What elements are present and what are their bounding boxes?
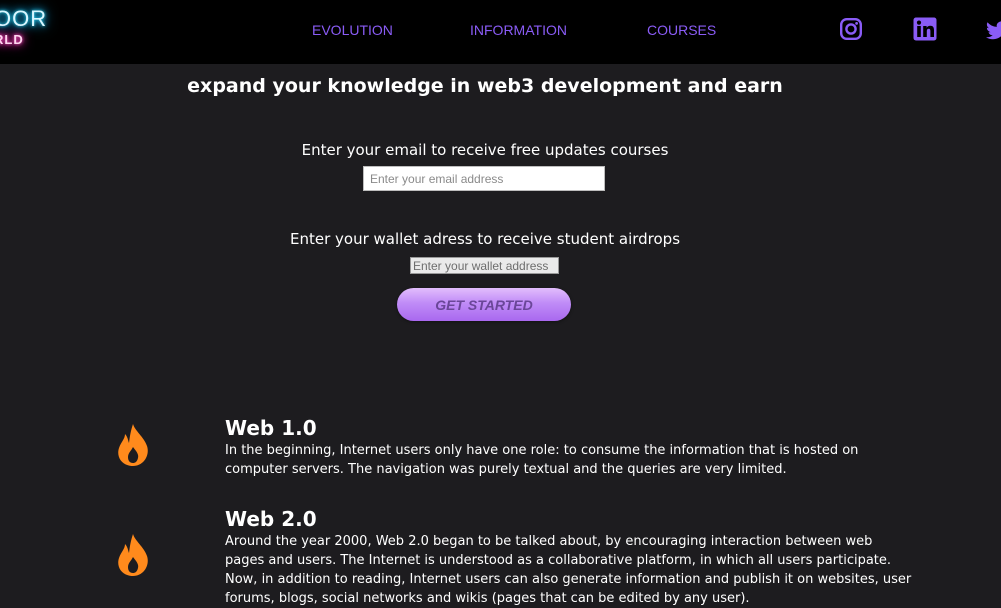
nav-link-evolution[interactable]: EVOLUTION [312, 22, 393, 38]
logo-line-2: RLD [0, 32, 24, 47]
site-logo[interactable]: OOR RLD [0, 6, 48, 47]
email-input[interactable] [363, 166, 605, 191]
fire-icon [118, 424, 148, 466]
hero-tagline: expand your knowledge in web3 developmen… [187, 75, 783, 97]
nav-link-information[interactable]: INFORMATION [470, 22, 567, 38]
section-title-web2: Web 2.0 [225, 507, 317, 531]
fire-icon [118, 534, 148, 576]
top-navbar: OOR RLD EVOLUTION INFORMATION COURSES [0, 0, 1001, 64]
linkedin-icon[interactable] [913, 17, 937, 41]
instagram-icon[interactable] [839, 17, 863, 41]
logo-line-1: OOR [0, 6, 48, 31]
wallet-address-input[interactable] [410, 257, 559, 274]
get-started-button[interactable]: GET STARTED [397, 288, 571, 321]
section-title-web1: Web 1.0 [225, 416, 317, 440]
email-label: Enter your email to receive free updates… [301, 141, 669, 159]
section-body-web1: In the beginning, Internet users only ha… [225, 443, 859, 477]
wallet-label: Enter your wallet adress to receive stud… [289, 230, 681, 248]
twitter-icon[interactable] [985, 19, 1001, 43]
nav-link-courses[interactable]: COURSES [647, 22, 716, 38]
section-body-web2: Around the year 2000, Web 2.0 began to b… [225, 534, 912, 606]
